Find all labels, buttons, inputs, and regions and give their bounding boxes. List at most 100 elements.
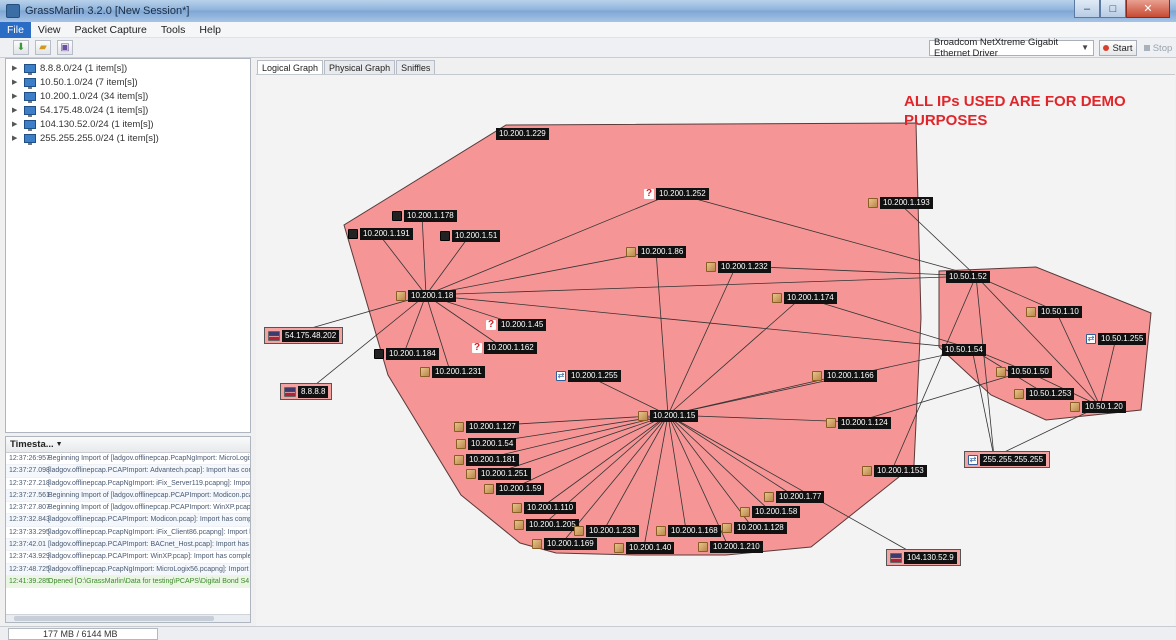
- graph-node[interactable]: 10.200.1.231: [420, 365, 485, 378]
- log-row[interactable]: 12:37:43.929 [ladgov.offlinepcap.PCAPImpo…: [6, 551, 250, 564]
- stop-button[interactable]: Stop: [1141, 40, 1175, 56]
- network-icon: [24, 91, 36, 103]
- log-row[interactable]: 12:37:27.098 [ladgov.offlinepcap.PCAPImpo…: [6, 465, 250, 478]
- graph-node[interactable]: 10.200.1.51: [440, 229, 501, 242]
- expand-icon[interactable]: ▶: [12, 134, 24, 142]
- graph-node[interactable]: 10.200.1.166: [812, 369, 877, 382]
- log-row[interactable]: 12:37:32.843 [ladgov.offlinepcap.PCAPImpo…: [6, 514, 250, 527]
- tab-logical-graph[interactable]: Logical Graph: [257, 60, 324, 75]
- graph-node[interactable]: 8.8.8.8: [280, 383, 333, 400]
- graph-node[interactable]: 10.50.1.54: [942, 343, 986, 356]
- save-button[interactable]: ▣: [57, 40, 73, 55]
- graph-node[interactable]: ? 10.200.1.45: [486, 318, 547, 331]
- node-ip-label: 10.200.1.251: [478, 467, 531, 480]
- log-row[interactable]: 12:37:26:957 Beginning Import of [ladgov.…: [6, 453, 250, 466]
- expand-icon[interactable]: ▶: [12, 120, 24, 128]
- tab-physical-graph[interactable]: Physical Graph: [324, 60, 396, 75]
- graph-node[interactable]: 10.200.1.168: [656, 524, 721, 537]
- menu-tools[interactable]: Tools: [154, 22, 193, 38]
- graph-node[interactable]: 10.200.1.174: [772, 291, 837, 304]
- node-ip-label: 10.50.1.54: [942, 343, 986, 356]
- log-row[interactable]: 12:41:39.285 Opened [O:\GrassMarlin\Data …: [6, 575, 250, 589]
- logical-graph-canvas[interactable]: ALL IPs USED ARE FOR DEMO PURPOSES 10.20…: [256, 74, 1175, 626]
- graph-node[interactable]: 10.200.1.232: [706, 260, 771, 273]
- graph-node[interactable]: 10.200.1.169: [532, 537, 597, 550]
- graph-node[interactable]: 10.200.1.124: [826, 416, 891, 429]
- graph-node[interactable]: 10.200.1.255: [556, 369, 621, 382]
- graph-node[interactable]: 10.200.1.15: [638, 409, 699, 422]
- graph-node[interactable]: 10.50.1.253: [1014, 387, 1075, 400]
- node-ip-label: 8.8.8.8: [298, 385, 329, 398]
- log-row[interactable]: 12:37:27.218 [ladgov.offlinepcap.PcapNgIm…: [6, 478, 250, 490]
- graph-node[interactable]: 104.130.52.9: [886, 549, 961, 566]
- expand-icon[interactable]: ▶: [12, 64, 24, 72]
- graph-node[interactable]: 10.200.1.110: [512, 501, 577, 514]
- tree-item[interactable]: ▶ 10.200.1.0/24 (34 item[s]): [12, 89, 148, 103]
- scrollbar-thumb[interactable]: [14, 616, 214, 621]
- graph-tabs: Logical Graph Physical Graph Sniffles: [257, 60, 436, 75]
- log-scrollbar[interactable]: [6, 614, 250, 622]
- tree-item[interactable]: ▶ 8.8.8.0/24 (1 item[s]): [12, 61, 127, 75]
- log-row[interactable]: 12:37:48.725 [ladgov.offlinepcap.PcapNgIm…: [6, 563, 250, 576]
- graph-node[interactable]: 10.200.1.153: [862, 464, 927, 477]
- graph-node[interactable]: 10.50.1.255: [1086, 332, 1147, 345]
- graph-node[interactable]: 10.200.1.77: [764, 490, 825, 503]
- timestamp-column-header[interactable]: Timesta... ▼: [6, 437, 250, 453]
- log-row[interactable]: 12:37:42.01 [ladgov.offlinepcap.PCAPImpor…: [6, 539, 250, 552]
- sort-arrow-icon: ▼: [55, 441, 63, 448]
- graph-node[interactable]: 10.200.1.127: [454, 420, 519, 433]
- graph-node[interactable]: ? 10.200.1.252: [644, 187, 709, 200]
- tree-item[interactable]: ▶ 104.130.52.0/24 (1 item[s]): [12, 117, 154, 131]
- graph-node[interactable]: 10.200.1.251: [466, 467, 531, 480]
- graph-node[interactable]: 10.200.1.193: [868, 196, 933, 209]
- node-ip-label: 10.200.1.166: [824, 369, 877, 382]
- graph-node[interactable]: 10.200.1.59: [484, 482, 545, 495]
- graph-node[interactable]: 10.200.1.184: [374, 347, 439, 360]
- expand-icon[interactable]: ▶: [12, 92, 24, 100]
- graph-node[interactable]: 255.255.255.255: [964, 451, 1051, 468]
- graph-node[interactable]: 10.200.1.229: [496, 127, 549, 140]
- graph-node[interactable]: 10.200.1.128: [722, 521, 787, 534]
- graph-node[interactable]: 10.50.1.50: [996, 365, 1052, 378]
- graph-node[interactable]: 10.50.1.10: [1026, 305, 1082, 318]
- graph-node[interactable]: 10.200.1.54: [456, 437, 517, 450]
- tree-item[interactable]: ▶ 54.175.48.0/24 (1 item[s]): [12, 103, 148, 117]
- node-ip-label: 10.200.1.59: [496, 482, 545, 495]
- log-row[interactable]: 12:37:33.295 [ladgov.offlinepcap.PcapNgIm…: [6, 527, 250, 540]
- tree-item[interactable]: ▶ 255.255.255.0/24 (1 item[s]): [12, 131, 159, 145]
- menu-packet-capture[interactable]: Packet Capture: [68, 22, 154, 38]
- log-row[interactable]: 12:37:27.561 Beginning Import of [ladgov.…: [6, 489, 250, 503]
- interface-select[interactable]: Broadcom NetXtreme Gigabit Ethernet Driv…: [929, 37, 1094, 59]
- open-button[interactable]: ▰: [35, 40, 51, 55]
- graph-node[interactable]: 10.200.1.40: [614, 541, 675, 554]
- tree-item[interactable]: ▶ 10.50.1.0/24 (7 item[s]): [12, 75, 138, 89]
- graph-node[interactable]: 10.200.1.18: [396, 289, 457, 302]
- graph-node[interactable]: 10.200.1.178: [392, 209, 457, 222]
- menu-help[interactable]: Help: [192, 22, 228, 38]
- menu-view[interactable]: View: [31, 22, 68, 38]
- graph-node[interactable]: ? 10.200.1.162: [472, 341, 537, 354]
- log-row[interactable]: 12:37:27.807 Beginning Import of [ladgov.…: [6, 502, 250, 515]
- graph-node[interactable]: 10.200.1.233: [574, 524, 639, 537]
- expand-icon[interactable]: ▶: [12, 106, 24, 114]
- network-group-10-200-1[interactable]: [343, 122, 922, 556]
- graph-node[interactable]: 10.50.1.20: [1070, 400, 1126, 413]
- graph-node[interactable]: 10.50.1.52: [946, 270, 990, 283]
- graph-node[interactable]: 10.200.1.210: [698, 540, 763, 553]
- graph-node[interactable]: 10.200.1.86: [626, 245, 687, 258]
- graph-node[interactable]: 10.200.1.191: [348, 227, 413, 240]
- import-button[interactable]: ⬇: [13, 40, 29, 55]
- close-button[interactable]: ✕: [1126, 0, 1170, 18]
- host-icon: [532, 538, 542, 549]
- graph-node[interactable]: 10.200.1.181: [454, 453, 519, 466]
- graph-node[interactable]: 54.175.48.202: [264, 327, 344, 344]
- maximize-button[interactable]: □: [1100, 0, 1126, 18]
- graph-node[interactable]: 10.200.1.58: [740, 505, 801, 518]
- tab-sniffles[interactable]: Sniffles: [396, 60, 436, 75]
- log-timestamp: 12:37:48.725: [9, 565, 50, 573]
- minimize-button[interactable]: –: [1074, 0, 1100, 18]
- graph-node[interactable]: 10.200.1.205: [514, 518, 579, 531]
- expand-icon[interactable]: ▶: [12, 78, 24, 86]
- menu-file[interactable]: File: [0, 21, 31, 38]
- start-button[interactable]: Start: [1099, 40, 1137, 56]
